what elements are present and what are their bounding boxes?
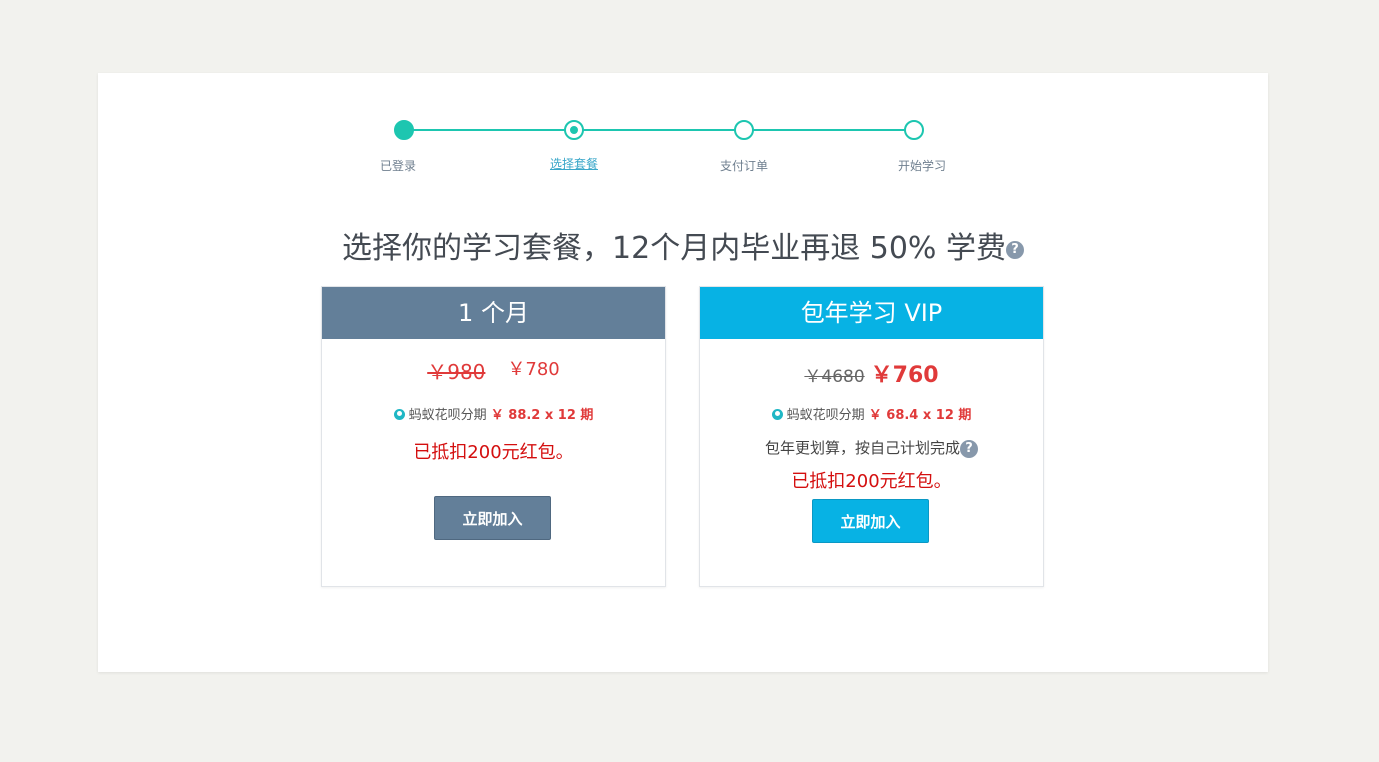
step-label-start-learning: 开始学习 <box>897 159 946 173</box>
huabei-icon <box>771 409 783 420</box>
join-button[interactable]: 立即加入 <box>434 496 551 540</box>
annual-note: 包年更划算，按自己计划完成? <box>700 437 1043 458</box>
discount-price: ￥780 <box>507 359 560 380</box>
stepper-track <box>404 129 914 131</box>
installment-label: 蚂蚁花呗分期 <box>786 408 865 423</box>
step-1-done-dot <box>394 120 414 140</box>
plan-card-monthly: 1 个月 ￥980 ￥780 蚂蚁花呗分期 ￥ 88.2 x 12 期 已抵扣20… <box>321 286 666 587</box>
original-price: ￥980 <box>427 360 486 384</box>
price-row: ￥4680 ￥760 <box>700 357 1043 389</box>
discount-price: ￥760 <box>870 363 939 388</box>
huabei-icon <box>393 409 405 420</box>
page-title-text: 选择你的学习套餐，12个月内毕业再退 50% 学费 <box>342 231 1006 266</box>
step-3-dot <box>734 120 754 140</box>
progress-stepper: 已登录 选择套餐 支付订单 开始学习 <box>98 73 1268 193</box>
page-title: 选择你的学习套餐，12个月内毕业再退 50% 学费? <box>98 223 1268 267</box>
installment-amount: ￥ 88.2 x 12 期 <box>490 408 594 423</box>
join-button[interactable]: 立即加入 <box>812 499 929 543</box>
original-price: ￥4680 <box>804 367 865 387</box>
step-4-dot <box>904 120 924 140</box>
question-circle-icon[interactable]: ? <box>1005 240 1024 259</box>
installment-row: 蚂蚁花呗分期 ￥ 68.4 x 12 期 <box>700 404 1043 423</box>
step-2-current-dot <box>564 120 584 140</box>
question-circle-icon[interactable]: ? <box>960 439 978 458</box>
coupon-note: 已抵扣200元红包。 <box>791 471 952 492</box>
coupon-note: 已抵扣200元红包。 <box>413 442 574 463</box>
step-label-pay-order: 支付订单 <box>719 159 768 173</box>
step-label-logged-in: 已登录 <box>379 159 416 173</box>
installment-row: 蚂蚁花呗分期 ￥ 88.2 x 12 期 <box>322 404 665 423</box>
installment-amount: ￥ 68.4 x 12 期 <box>868 408 972 423</box>
annual-note-text: 包年更划算，按自己计划完成 <box>764 439 960 457</box>
installment-label: 蚂蚁花呗分期 <box>408 408 487 423</box>
step-label-choose-plan[interactable]: 选择套餐 <box>514 155 634 172</box>
plan-title: 包年学习 VIP <box>700 287 1043 339</box>
plan-title: 1 个月 <box>322 287 665 339</box>
page-card: 已登录 选择套餐 支付订单 开始学习 选择你的学习套餐，12个月内毕业再退 50… <box>98 73 1268 672</box>
price-row: ￥980 ￥780 <box>322 355 665 385</box>
plan-card-annual-vip: 包年学习 VIP ￥4680 ￥760 蚂蚁花呗分期 ￥ 68.4 x 12 期 … <box>699 286 1044 587</box>
